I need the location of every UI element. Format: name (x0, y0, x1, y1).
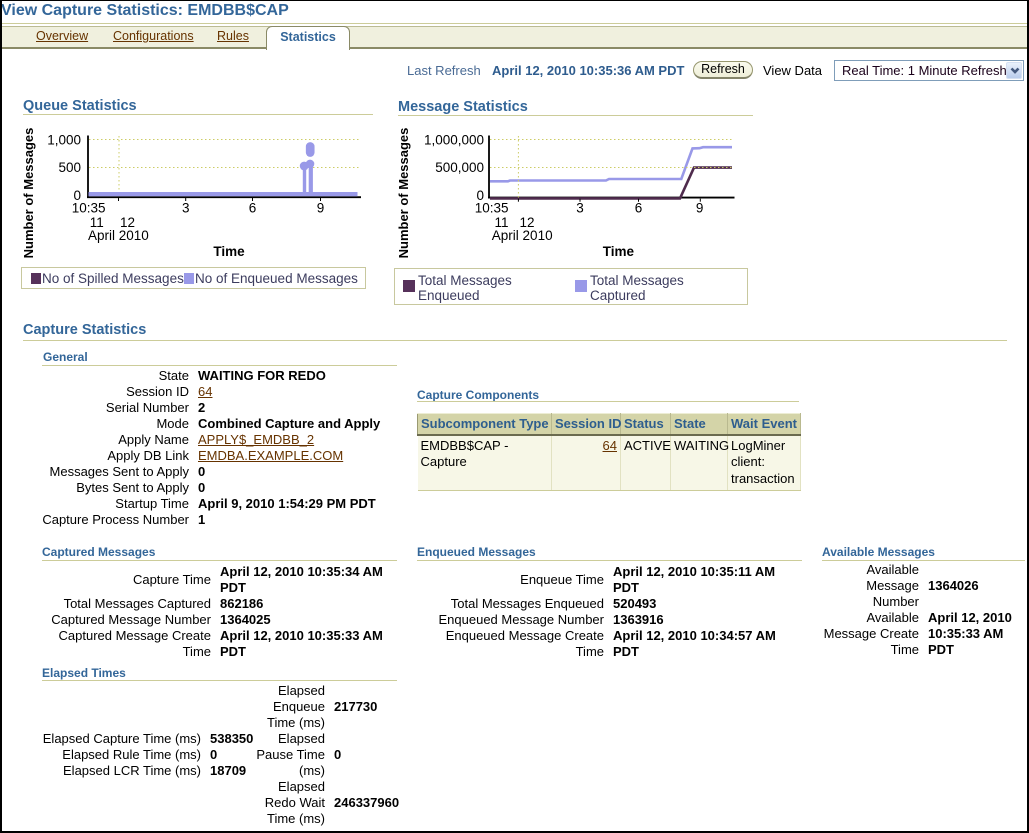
svg-text:Time: Time (603, 244, 635, 259)
svg-text:10:35: 10:35 (475, 201, 509, 216)
svg-text:Number of Messages: Number of Messages (396, 128, 411, 259)
svg-text:500: 500 (58, 160, 81, 175)
svg-text:3: 3 (182, 201, 190, 216)
svg-text:1,000,000: 1,000,000 (424, 133, 484, 148)
svg-text:9: 9 (696, 201, 704, 216)
svg-text:Number of Messages: Number of Messages (21, 128, 36, 259)
svg-text:April 2010: April 2010 (492, 228, 553, 243)
svg-text:Time: Time (213, 244, 245, 259)
svg-text:6: 6 (635, 201, 643, 216)
svg-text:1,000: 1,000 (47, 133, 81, 148)
svg-text:9: 9 (317, 201, 325, 216)
svg-text:April 2010: April 2010 (88, 228, 149, 243)
svg-text:10:35: 10:35 (72, 201, 106, 216)
svg-text:6: 6 (249, 201, 257, 216)
svg-text:500,000: 500,000 (435, 160, 484, 175)
svg-text:3: 3 (576, 201, 584, 216)
